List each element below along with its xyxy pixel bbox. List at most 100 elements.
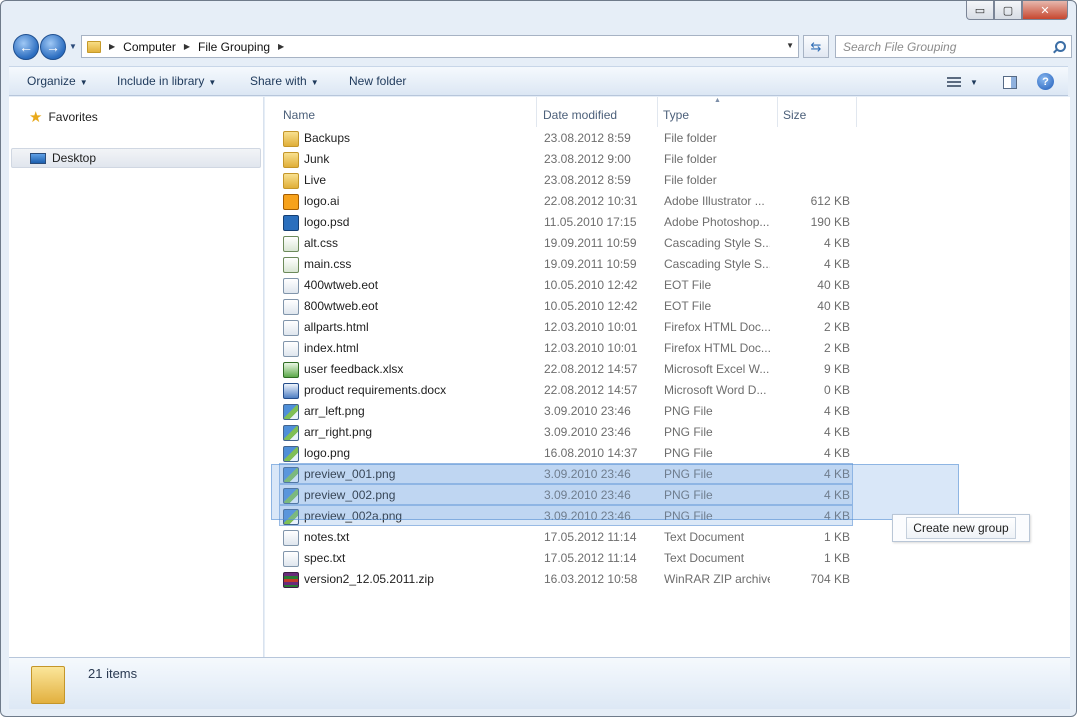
file-date-modified: 23.08.2012 9:00	[544, 152, 631, 166]
more-views-dropdown-icon[interactable]: ▼	[970, 72, 978, 92]
search-icon[interactable]	[1051, 39, 1067, 55]
search-box[interactable]: Search File Grouping	[835, 35, 1072, 58]
column-divider[interactable]	[536, 97, 537, 127]
file-name: Live	[304, 173, 327, 187]
search-input[interactable]: Search File Grouping	[836, 40, 1051, 54]
file-name: product requirements.docx	[304, 383, 447, 397]
generic-file-icon	[283, 551, 299, 567]
column-header-date-modified[interactable]: Date modified	[543, 103, 617, 127]
organize-menu[interactable]: Organize ▼	[27, 74, 88, 88]
file-size: 2 KB	[823, 341, 850, 355]
address-bar[interactable]: ▶ Computer ▶ File Grouping ▶ ▼	[81, 35, 799, 58]
details-pane: 21 items	[9, 657, 1070, 709]
generic-file-icon	[283, 341, 299, 357]
file-row[interactable]: arr_right.png 3.09.2010 23:46 PNG File 4 KB	[275, 422, 855, 443]
nav-item-desktop[interactable]: Desktop	[11, 148, 261, 168]
file-type: PNG File	[664, 446, 713, 460]
file-size: 4 KB	[823, 404, 850, 418]
create-new-group-button[interactable]: Create new group	[892, 514, 1030, 542]
file-row[interactable]: product requirements.docx 22.08.2012 14:5…	[275, 380, 855, 401]
file-name: logo.png	[304, 446, 351, 460]
file-row[interactable]: logo.psd 11.05.2010 17:15 Adobe Photoshop.…	[275, 212, 855, 233]
breadcrumb-separator-icon[interactable]: ▶	[109, 42, 115, 51]
forward-button[interactable]: →	[40, 34, 66, 60]
file-size: 9 KB	[823, 362, 850, 376]
breadcrumb-separator-icon[interactable]: ▶	[184, 42, 190, 51]
recent-pages-dropdown[interactable]: ▼	[69, 42, 77, 51]
file-row[interactable]: notes.txt 17.05.2012 11:14 Text Document 1 …	[275, 527, 855, 548]
file-type: Cascading Style S...	[664, 257, 770, 271]
file-row[interactable]: alt.css 19.09.2011 10:59 Cascading Style S…	[275, 233, 855, 254]
file-date-modified: 22.08.2012 10:31	[544, 194, 638, 208]
file-type: Microsoft Excel W...	[664, 362, 770, 376]
css-file-icon	[283, 236, 299, 252]
file-row[interactable]: index.html 12.03.2010 10:01 Firefox HTML D…	[275, 338, 855, 359]
share-with-menu[interactable]: Share with ▼	[250, 74, 319, 88]
chevron-down-icon: ▼	[310, 78, 319, 87]
file-row[interactable]: version2_12.05.2011.zip 16.03.2012 10:58 W…	[275, 569, 855, 590]
close-button[interactable]: ✕	[1022, 1, 1068, 20]
help-icon[interactable]: ?	[1037, 73, 1054, 90]
include-in-library-menu[interactable]: Include in library ▼	[117, 74, 216, 88]
column-divider[interactable]	[657, 97, 658, 127]
back-arrow-icon: ←	[19, 39, 33, 55]
file-date-modified: 22.08.2012 14:57	[544, 362, 638, 376]
generic-file-icon	[283, 320, 299, 336]
file-date-modified: 16.08.2010 14:37	[544, 446, 638, 460]
address-history-dropdown-icon[interactable]: ▼	[786, 41, 794, 50]
file-row[interactable]: arr_left.png 3.09.2010 23:46 PNG File 4 KB	[275, 401, 855, 422]
refresh-icon: ⇆	[810, 38, 822, 54]
file-type: Cascading Style S...	[664, 236, 770, 250]
refresh-button[interactable]: ⇆	[803, 35, 829, 58]
navigation-pane: ★ Favorites Desktop	[9, 97, 264, 657]
chevron-down-icon: ▼	[79, 78, 88, 87]
window-caption-buttons: ▭ ▢ ✕	[966, 1, 1068, 20]
file-date-modified: 16.03.2012 10:58	[544, 572, 638, 586]
breadcrumb-file-grouping[interactable]: File Grouping	[198, 40, 270, 54]
nav-item-favorites[interactable]: ★ Favorites	[9, 107, 263, 127]
folder-row[interactable]: Junk 23.08.2012 9:00 File folder	[275, 149, 855, 170]
file-row[interactable]: logo.png 16.08.2010 14:37 PNG File 4 KB	[275, 443, 855, 464]
breadcrumb-computer[interactable]: Computer	[123, 40, 176, 54]
command-bar: Organize ▼ Include in library ▼ Share with…	[9, 66, 1068, 96]
generic-file-icon	[283, 278, 299, 294]
file-type: Adobe Illustrator ...	[664, 194, 765, 208]
column-header-name[interactable]: Name	[283, 103, 315, 127]
back-button[interactable]: ←	[13, 34, 39, 60]
column-header-type[interactable]: Type	[663, 103, 689, 127]
folder-row[interactable]: Live 23.08.2012 8:59 File folder	[275, 170, 855, 191]
breadcrumb-separator-icon[interactable]: ▶	[278, 42, 284, 51]
column-divider[interactable]	[856, 97, 857, 127]
file-size: 4 KB	[823, 446, 850, 460]
file-date-modified: 23.08.2012 8:59	[544, 131, 631, 145]
file-name: version2_12.05.2011.zip	[304, 572, 434, 586]
css-file-icon	[283, 257, 299, 273]
file-row[interactable]: user feedback.xlsx 22.08.2012 14:57 Micros…	[275, 359, 855, 380]
file-date-modified: 3.09.2010 23:46	[544, 404, 631, 418]
maximize-button[interactable]: ▢	[994, 1, 1022, 20]
file-row[interactable]: allparts.html 12.03.2010 10:01 Firefox HTM…	[275, 317, 855, 338]
column-header-size[interactable]: Size	[783, 103, 806, 127]
file-size: 2 KB	[823, 320, 850, 334]
folder-row[interactable]: Backups 23.08.2012 8:59 File folder	[275, 128, 855, 149]
column-divider[interactable]	[777, 97, 778, 127]
new-folder-button[interactable]: New folder	[349, 74, 406, 88]
file-row[interactable]: main.css 19.09.2011 10:59 Cascading Style …	[275, 254, 855, 275]
file-row[interactable]: logo.ai 22.08.2012 10:31 Adobe Illustrator…	[275, 191, 855, 212]
file-name: index.html	[304, 341, 359, 355]
photoshop-file-icon	[283, 215, 299, 231]
file-list-pane: Name Date modified Type ▲ Size Backups 23…	[265, 97, 1070, 657]
file-date-modified: 19.09.2011 10:59	[544, 236, 637, 250]
file-row[interactable]: spec.txt 17.05.2012 11:14 Text Document 1 K…	[275, 548, 855, 569]
png-file-icon	[283, 404, 299, 420]
zip-archive-icon	[283, 572, 299, 588]
file-row[interactable]: 400wtweb.eot 10.05.2010 12:42 EOT File 40 K…	[275, 275, 855, 296]
preview-pane-button[interactable]	[1002, 72, 1018, 92]
include-in-library-label: Include in library	[117, 74, 205, 88]
file-type: WinRAR ZIP archive	[664, 572, 770, 586]
minimize-button[interactable]: ▭	[966, 1, 994, 20]
file-type: Firefox HTML Doc...	[664, 341, 770, 355]
file-row[interactable]: 800wtweb.eot 10.05.2010 12:42 EOT File 40 K…	[275, 296, 855, 317]
sort-ascending-icon: ▲	[714, 97, 721, 104]
change-view-button[interactable]	[946, 72, 962, 92]
